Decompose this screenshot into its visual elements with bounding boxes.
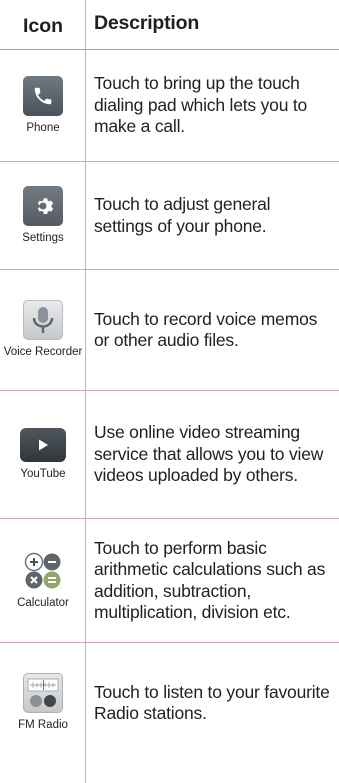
table-row-settings: Settings Touch to adjust general setting…	[0, 162, 339, 270]
icon-label: YouTube	[20, 467, 66, 480]
icon-label: FM Radio	[18, 719, 68, 731]
header-description-column: Description	[94, 11, 200, 34]
description-cell: Touch to adjust general settings of your…	[94, 194, 271, 236]
icon-cell: Phone	[0, 50, 86, 161]
icon-label: Settings	[22, 231, 64, 244]
icon-cell: Calculator	[0, 519, 86, 642]
icon-cell: Voice Recorder	[0, 270, 86, 390]
table-row-youtube: YouTube Use online video streaming servi…	[0, 391, 339, 519]
description-cell: Touch to perform basic arithmetic calcul…	[94, 537, 326, 623]
icon-label: Voice Recorder	[3, 346, 83, 358]
table-row-phone: Phone Touch to bring up the touch dialin…	[0, 50, 339, 162]
voice-recorder-microphone-icon	[23, 300, 63, 340]
icon-cell: FM Radio	[0, 643, 86, 763]
table-row-voice-recorder: Voice Recorder Touch to record voice mem…	[0, 270, 339, 391]
phone-icon	[23, 75, 63, 116]
description-cell: Use online video streaming service that …	[94, 422, 324, 486]
description-cell: Touch to record voice memos or other aud…	[94, 308, 318, 351]
table-row-fm-radio: FM Radio Touch to listen to your favouri…	[0, 643, 339, 763]
app-icon-table-page: Icon Description Phone Touch to bring up…	[0, 0, 339, 783]
description-cell: Touch to bring up the touch dialing pad …	[94, 73, 308, 137]
calculator-icon	[23, 551, 63, 591]
settings-gear-icon	[23, 185, 63, 226]
header-icon-column: Icon	[22, 15, 64, 37]
youtube-play-icon	[20, 427, 66, 462]
description-cell: Touch to listen to your favourite Radio …	[94, 681, 330, 724]
icon-cell: Settings	[0, 162, 86, 269]
table-row-calculator: Calculator Touch to perform basic arithm…	[0, 519, 339, 643]
icon-label: Phone	[26, 121, 60, 134]
icon-cell: YouTube	[0, 391, 86, 518]
icon-description-table: Icon Description Phone Touch to bring up…	[0, 0, 339, 763]
table-header-row: Icon Description	[0, 0, 339, 50]
icon-label: Calculator	[17, 596, 69, 609]
fm-radio-icon	[23, 673, 63, 713]
